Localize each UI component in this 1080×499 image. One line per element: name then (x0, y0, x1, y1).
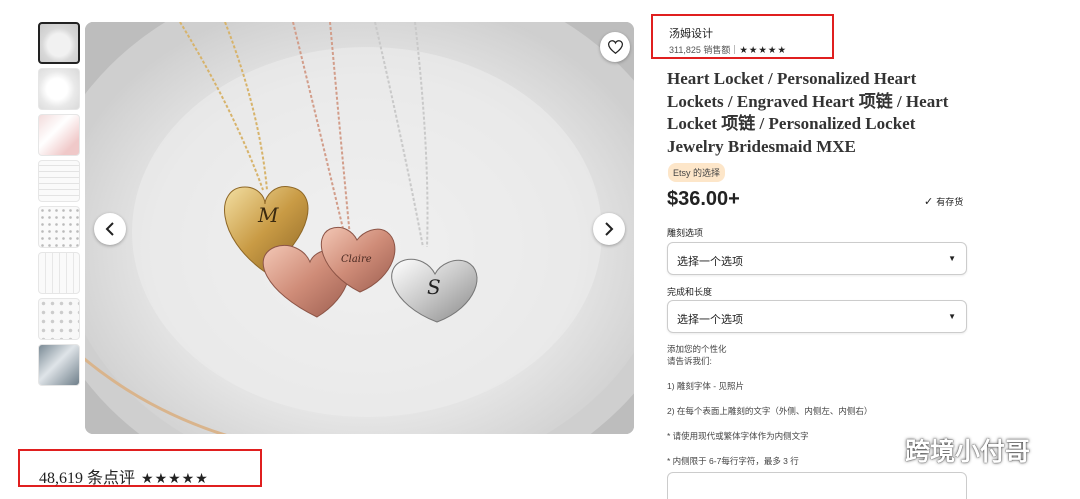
etsy-pick-badge: Etsy 的选择 (668, 163, 726, 182)
personalization-title: 添加您的个性化 (667, 344, 727, 354)
finish-length-select[interactable]: 选择一个选项 ▼ (667, 300, 967, 333)
dropdown-arrow-icon: ▼ (948, 254, 956, 263)
engraving-m: M (257, 203, 279, 227)
product-main-image: M Claire S (85, 22, 634, 434)
next-image-button[interactable] (593, 213, 625, 245)
divider (734, 45, 736, 54)
check-icon: ✓ (924, 196, 934, 208)
shop-rating-stars: ★★★★★ (739, 45, 787, 56)
watermark-text: 跨境小付哥 (905, 438, 1031, 466)
engraving-claire: Claire (341, 254, 372, 265)
reviews-stars: ★★★★★ (141, 471, 209, 487)
personalization-line: * 请使用现代或繁体字体作为内侧文字 (667, 431, 809, 441)
personalization-line: 请告诉我们: (667, 356, 712, 366)
shop-meta: 311,825 销售额 ★★★★★ (669, 43, 832, 56)
stock-status: ✓ 有存货 (924, 195, 963, 208)
thumbnail-2[interactable] (38, 68, 80, 110)
option-label-finish: 完成和长度 (667, 287, 713, 297)
thumbnail-4[interactable] (38, 160, 80, 202)
engraving-select[interactable]: 选择一个选项 ▼ (667, 242, 967, 275)
thumbnail-5[interactable] (38, 206, 80, 248)
shop-name[interactable]: 汤姆设计 (669, 25, 832, 41)
engraving-select-value: 选择一个选项 (677, 256, 743, 268)
shop-sales: 311,825 销售额 (669, 45, 731, 55)
favorite-button[interactable] (600, 32, 630, 62)
dropdown-arrow-icon: ▼ (948, 312, 956, 321)
watermark: 跨境小付哥 (857, 432, 1030, 468)
product-title: Heart Locket / Personalized Heart Locket… (667, 69, 949, 156)
product-price: $36.00+ (667, 188, 740, 210)
option-label-engraving: 雕刻选项 (667, 228, 704, 238)
reviews-summary[interactable]: 48,619 条点评 ★★★★★ (18, 449, 262, 487)
thumbnail-8[interactable] (38, 344, 80, 386)
thumbnail-6[interactable] (38, 252, 80, 294)
chevron-left-icon (105, 222, 114, 236)
wechat-icon (857, 433, 896, 465)
finish-select-value: 选择一个选项 (677, 314, 743, 326)
thumbnail-strip (38, 22, 82, 390)
thumbnail-3[interactable] (38, 114, 80, 156)
stock-text: 有存货 (936, 197, 964, 207)
personalization-textarea[interactable] (667, 472, 967, 499)
thumbnail-7[interactable] (38, 298, 80, 340)
reviews-count: 48,619 条点评 (39, 470, 136, 487)
personalization-line: 2) 在每个表面上雕刻的文字（外侧、内侧左、内侧右） (667, 406, 873, 416)
heart-icon (607, 40, 623, 54)
personalization-line: * 内侧限于 6-7每行字符，最多 3 行 (667, 456, 799, 466)
thumbnail-1[interactable] (38, 22, 80, 64)
personalization-line: 1) 雕刻字体 - 见照片 (667, 381, 744, 391)
previous-image-button[interactable] (94, 213, 126, 245)
chevron-right-icon (605, 222, 614, 236)
engraving-s: S (427, 275, 441, 299)
shop-info: 汤姆设计 311,825 销售额 ★★★★★ (651, 14, 834, 59)
